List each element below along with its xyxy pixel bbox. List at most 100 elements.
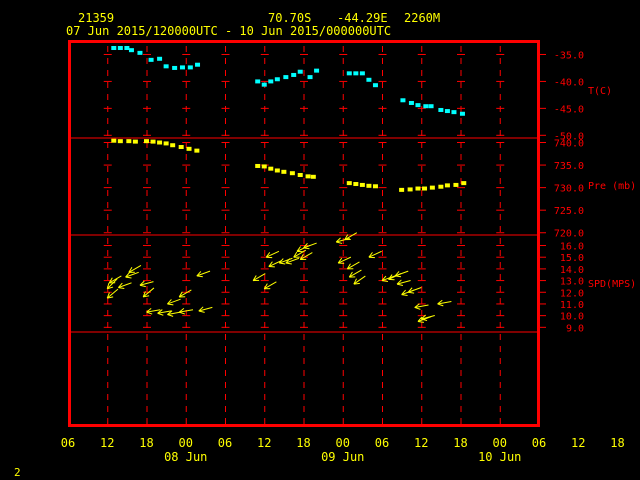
- pressure-point: [310, 174, 316, 179]
- temp-point: [117, 46, 123, 51]
- page-number: 2: [14, 466, 21, 479]
- pressure-point: [444, 183, 450, 188]
- y-tick-label: 740.0: [554, 139, 584, 150]
- temp-point: [297, 69, 303, 74]
- pressure-point: [163, 141, 169, 146]
- temp-point: [157, 56, 163, 61]
- temp-point: [274, 77, 280, 82]
- x-tick-label: 12: [414, 436, 428, 450]
- pressure-point: [461, 181, 467, 186]
- temp-point: [172, 65, 178, 70]
- x-day-label: 10 Jun: [478, 450, 521, 464]
- pressure-point: [407, 187, 413, 192]
- station-id: 21359: [78, 11, 114, 25]
- elevation: 2260M: [404, 11, 440, 25]
- meteogram: 21359 70.70S -44.29E 2260M 07 Jun 2015/1…: [0, 0, 640, 480]
- y-tick-label: 16.0: [560, 242, 584, 253]
- pressure-point: [415, 186, 421, 191]
- x-day-label: 08 Jun: [164, 450, 207, 464]
- pressure-point: [186, 146, 192, 151]
- pressure-point: [359, 182, 365, 187]
- pressure-point: [132, 139, 138, 144]
- y-tick-label: 11.0: [560, 300, 584, 311]
- pressure-point: [178, 145, 184, 150]
- pressure-point: [117, 139, 123, 144]
- temp-point: [268, 79, 274, 84]
- x-tick-label: 12: [100, 436, 114, 450]
- pressure-point: [281, 169, 287, 174]
- pressure-point: [289, 171, 295, 176]
- pressure-point: [170, 143, 176, 148]
- longitude: -44.29E: [337, 11, 388, 25]
- temp-point: [137, 50, 143, 55]
- panel-label-wind: SPD(MPS): [588, 279, 636, 290]
- y-tick-label: 14.0: [560, 265, 584, 276]
- x-tick-label: 06: [218, 436, 232, 450]
- pressure-point: [453, 182, 459, 187]
- latitude: 70.70S: [268, 11, 311, 25]
- temp-point: [444, 109, 450, 114]
- y-tick-label: 9.0: [566, 323, 584, 334]
- pressure-point: [126, 139, 132, 144]
- temp-point: [372, 83, 378, 88]
- temp-point: [124, 46, 130, 51]
- y-tick-label: 720.0: [554, 229, 584, 240]
- temp-point: [195, 62, 201, 67]
- temp-point: [163, 64, 169, 69]
- x-tick-label: 18: [296, 436, 310, 450]
- x-tick-label: 00: [336, 436, 350, 450]
- temp-point: [314, 68, 320, 73]
- temp-point: [400, 98, 406, 103]
- pressure-point: [372, 184, 378, 189]
- temp-point: [428, 104, 434, 109]
- x-tick-label: 18: [610, 436, 624, 450]
- x-day-label: 09 Jun: [321, 450, 364, 464]
- temp-point: [438, 107, 444, 112]
- wind-arrow-head: [353, 282, 360, 285]
- pressure-point: [305, 174, 311, 179]
- y-tick-label: 10.0: [560, 312, 584, 323]
- pressure-point: [268, 166, 274, 171]
- temp-point: [366, 77, 372, 82]
- x-tick-label: 06: [61, 436, 75, 450]
- panel-label-temperature: T(C): [588, 86, 612, 97]
- pressure-point: [255, 163, 261, 168]
- pressure-point: [422, 186, 428, 191]
- pressure-point: [429, 185, 435, 190]
- pressure-point: [353, 182, 359, 187]
- temp-point: [128, 48, 134, 53]
- pressure-point: [366, 183, 372, 188]
- pressure-point: [157, 140, 163, 145]
- y-tick-label: -35.0: [554, 50, 584, 61]
- temp-point: [359, 71, 365, 76]
- temp-point: [187, 65, 193, 70]
- pressure-point: [194, 148, 200, 153]
- x-tick-label: 06: [532, 436, 546, 450]
- temp-point: [283, 75, 289, 80]
- x-tick-label: 06: [375, 436, 389, 450]
- temp-point: [111, 46, 117, 51]
- x-tick-label: 18: [139, 436, 153, 450]
- temp-point: [415, 103, 421, 108]
- temp-point: [353, 71, 359, 76]
- pressure-point: [274, 168, 280, 173]
- pressure-point: [297, 172, 303, 177]
- x-tick-label: 12: [257, 436, 271, 450]
- y-tick-label: 725.0: [554, 206, 584, 217]
- pressure-point: [261, 164, 267, 169]
- x-tick-label: 00: [493, 436, 507, 450]
- x-tick-label: 12: [571, 436, 585, 450]
- temp-point: [148, 57, 154, 62]
- temp-point: [346, 71, 352, 76]
- pressure-point: [150, 139, 156, 144]
- temp-point: [291, 72, 297, 77]
- temp-point: [261, 82, 267, 87]
- temp-point: [451, 110, 457, 115]
- temp-point: [423, 104, 429, 109]
- y-tick-label: 730.0: [554, 184, 584, 195]
- y-tick-label: -45.0: [554, 104, 584, 115]
- x-tick-label: 18: [453, 436, 467, 450]
- temp-point: [255, 79, 261, 84]
- temp-point: [459, 111, 465, 116]
- pressure-point: [144, 139, 149, 144]
